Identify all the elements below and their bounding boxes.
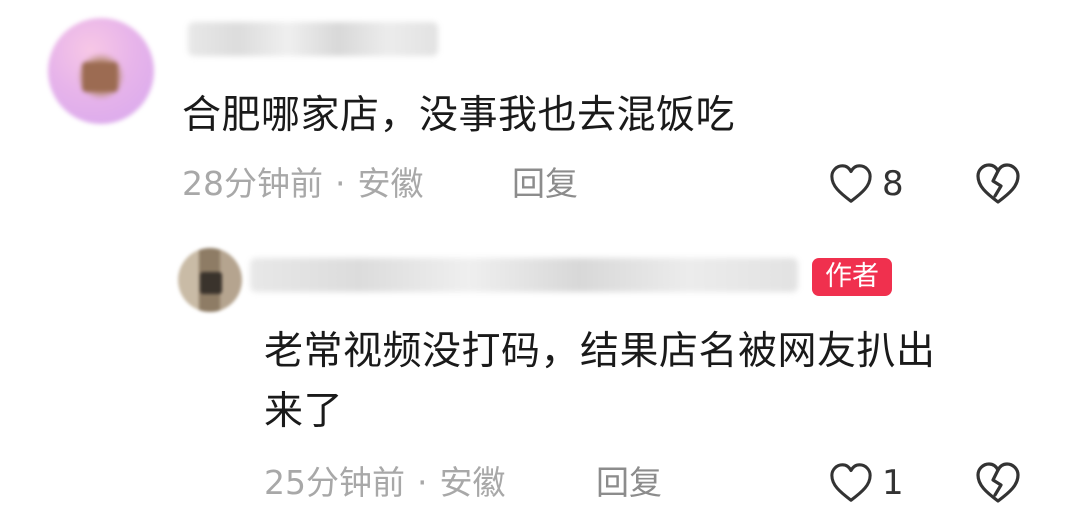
heart-outline-icon (830, 164, 872, 203)
comment-thread: 合肥哪家店，没事我也去混饭吃 28分钟前 · 安徽 回复 8 作者 老常视频没打码，… (0, 0, 1080, 514)
comment-text: 老常视频没打码，结果店名被网友扒出 来了 (264, 322, 1054, 442)
comment-text-line: 来了 (264, 389, 344, 434)
avatar[interactable] (48, 18, 154, 124)
comment-meta: 25分钟前 · 安徽 (264, 462, 506, 504)
username-blurred[interactable] (188, 22, 438, 56)
broken-heart-outline-icon[interactable] (974, 460, 1022, 506)
broken-heart-outline-icon[interactable] (974, 161, 1022, 207)
comment-time: 28分钟前 (182, 164, 323, 203)
reply-button[interactable]: 回复 (512, 163, 578, 205)
reply-button[interactable]: 回复 (596, 462, 662, 504)
comment-meta: 28分钟前 · 安徽 (182, 163, 424, 205)
comment-location: 安徽 (357, 164, 424, 203)
like-button[interactable]: 8 (828, 161, 904, 207)
heart-outline-icon (830, 463, 872, 502)
meta-separator: · (335, 164, 346, 203)
comment-text-line: 老常视频没打码，结果店名被网友扒出 (264, 329, 936, 374)
username-blurred[interactable] (250, 258, 798, 292)
meta-separator: · (417, 463, 428, 502)
avatar[interactable] (178, 248, 242, 312)
comment-text: 合肥哪家店，没事我也去混饭吃 (182, 93, 736, 138)
author-badge: 作者 (812, 258, 892, 296)
comment-location: 安徽 (439, 463, 506, 502)
like-count: 8 (882, 164, 904, 204)
comment-time: 25分钟前 (264, 463, 405, 502)
like-button[interactable]: 1 (828, 460, 904, 506)
like-count: 1 (882, 463, 904, 503)
